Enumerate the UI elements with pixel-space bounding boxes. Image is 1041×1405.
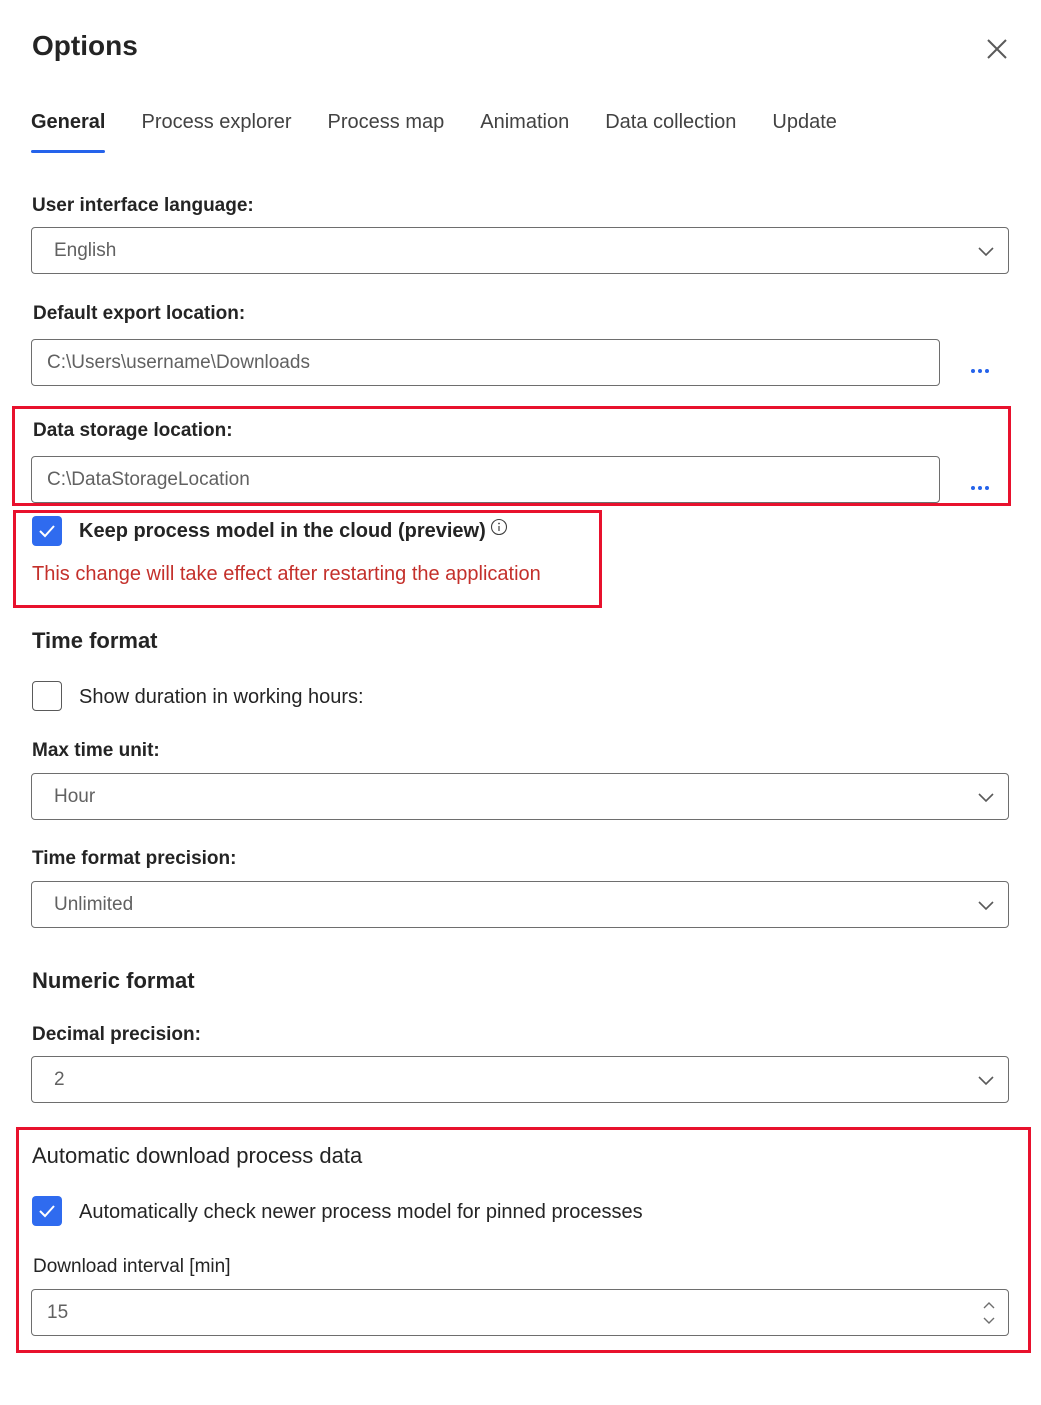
tab-data-collection[interactable]: Data collection	[605, 108, 736, 158]
checkmark-icon	[39, 1205, 55, 1218]
decimal-precision-label: Decimal precision:	[32, 1024, 201, 1045]
tab-process-map[interactable]: Process map	[328, 108, 445, 158]
tab-general[interactable]: General	[31, 108, 106, 158]
more-icon	[971, 486, 975, 490]
numeric-format-title: Numeric format	[32, 968, 195, 993]
close-icon	[987, 39, 1007, 59]
export-location-browse-button[interactable]	[971, 360, 997, 373]
data-storage-browse-button[interactable]	[971, 477, 997, 490]
time-format-title: Time format	[32, 628, 158, 653]
export-location-value: C:\Users\username\Downloads	[47, 351, 310, 373]
chevron-down-icon	[978, 900, 994, 910]
time-precision-label: Time format precision:	[32, 848, 237, 869]
keep-cloud-label: Keep process model in the cloud (preview…	[79, 520, 486, 542]
max-time-unit-label: Max time unit:	[32, 740, 160, 761]
more-icon	[971, 369, 975, 373]
working-hours-checkbox[interactable]	[32, 681, 62, 711]
chevron-up-icon[interactable]	[982, 1301, 996, 1310]
working-hours-label: Show duration in working hours:	[79, 686, 364, 708]
dialog-title: Options	[32, 30, 138, 61]
tab-update[interactable]: Update	[772, 108, 837, 158]
close-button[interactable]	[984, 36, 1010, 62]
download-interval-input[interactable]: 15	[31, 1289, 1009, 1336]
tab-process-explorer[interactable]: Process explorer	[141, 108, 291, 158]
time-precision-dropdown[interactable]: Unlimited	[31, 881, 1009, 928]
ui-language-label: User interface language:	[32, 195, 254, 216]
interval-spinner	[980, 1301, 998, 1325]
auto-check-checkbox[interactable]	[32, 1196, 62, 1226]
max-time-unit-value: Hour	[54, 785, 96, 807]
auto-check-label: Automatically check newer process model …	[79, 1201, 643, 1223]
download-interval-value: 15	[47, 1301, 69, 1323]
decimal-precision-value: 2	[54, 1068, 65, 1090]
auto-download-title: Automatic download process data	[32, 1143, 363, 1168]
checkmark-icon	[39, 525, 55, 538]
chevron-down-icon[interactable]	[982, 1316, 996, 1325]
tab-list: General Process explorer Process map Ani…	[31, 108, 873, 158]
keep-cloud-checkbox[interactable]	[32, 516, 62, 546]
data-storage-label: Data storage location:	[33, 420, 233, 441]
restart-warning: This change will take effect after resta…	[32, 563, 541, 585]
download-interval-label: Download interval [min]	[33, 1256, 231, 1277]
chevron-down-icon	[978, 792, 994, 802]
export-location-label: Default export location:	[33, 303, 246, 324]
export-location-input[interactable]: C:\Users\username\Downloads	[31, 339, 940, 386]
chevron-down-icon	[978, 1075, 994, 1085]
tab-animation[interactable]: Animation	[480, 108, 569, 158]
chevron-down-icon	[978, 246, 994, 256]
info-icon[interactable]	[490, 518, 508, 536]
ui-language-dropdown[interactable]: English	[31, 227, 1009, 274]
time-precision-value: Unlimited	[54, 893, 134, 915]
decimal-precision-dropdown[interactable]: 2	[31, 1056, 1009, 1103]
data-storage-value: C:\DataStorageLocation	[47, 468, 250, 490]
data-storage-input[interactable]: C:\DataStorageLocation	[31, 456, 940, 503]
ui-language-value: English	[54, 239, 117, 261]
max-time-unit-dropdown[interactable]: Hour	[31, 773, 1009, 820]
